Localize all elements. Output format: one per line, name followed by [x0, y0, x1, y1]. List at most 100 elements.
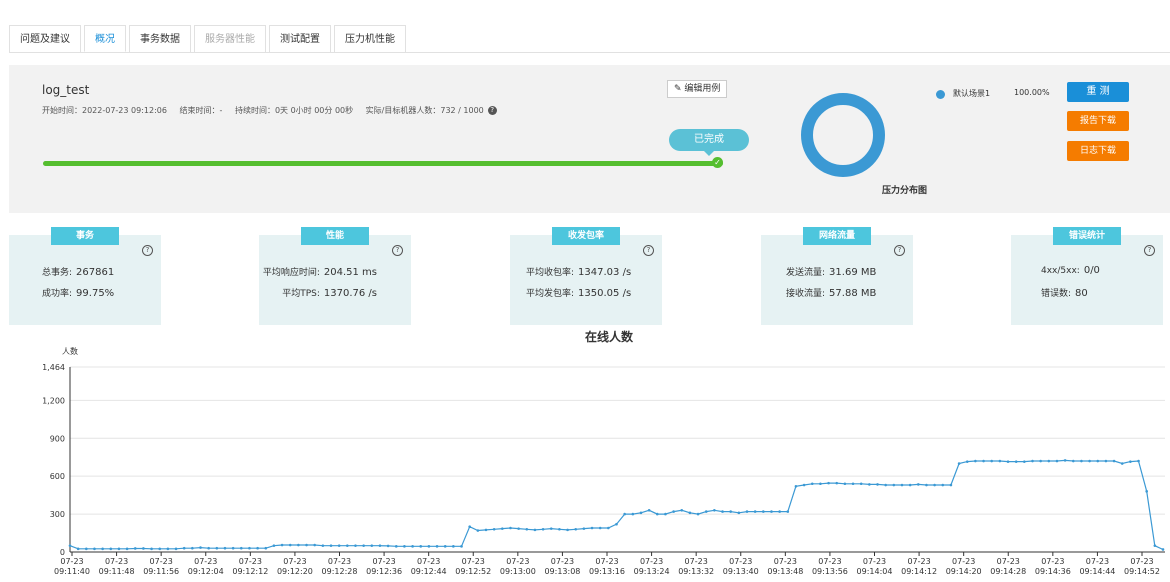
stat-card-tab: 错误统计	[1053, 227, 1121, 245]
stat-card-tab: 网络流量	[803, 227, 871, 245]
stat-row: 成功率: 99.75%	[42, 286, 114, 299]
data-point	[1039, 459, 1042, 463]
tab-4[interactable]: 测试配置	[269, 25, 331, 52]
report-download-button[interactable]: 报告下载	[1067, 111, 1129, 131]
data-point	[1120, 462, 1124, 465]
data-point	[1112, 459, 1116, 463]
x-tick-label: 07-23	[60, 557, 83, 566]
start-time: 开始时间：2022-07-23 09:12:06	[42, 106, 167, 115]
data-point	[1161, 548, 1165, 551]
x-tick-label: 07-23	[907, 557, 930, 566]
question-circle-icon[interactable]: ?	[142, 245, 153, 256]
data-point	[664, 512, 667, 516]
question-circle-icon[interactable]: ?	[392, 245, 403, 256]
stat-key: 接收流量:	[786, 289, 826, 299]
x-tick-label: 09:12:20	[277, 567, 313, 576]
data-point	[354, 544, 357, 547]
question-circle-icon[interactable]: ?	[487, 106, 497, 115]
x-tick-label: 09:14:44	[1079, 567, 1115, 576]
tab-1[interactable]: 概况	[84, 25, 126, 52]
stat-row: 平均收包率: 1347.03 /s	[526, 265, 631, 278]
data-point	[998, 459, 1002, 463]
x-tick-label: 07-23	[1086, 557, 1109, 566]
data-point	[174, 547, 178, 551]
data-point	[321, 544, 325, 547]
data-point	[1031, 459, 1034, 463]
x-tick-label: 09:14:28	[990, 567, 1026, 576]
question-circle-icon[interactable]: ?	[894, 245, 905, 256]
question-circle-icon[interactable]: ?	[643, 245, 654, 256]
data-point	[819, 482, 822, 486]
data-point	[231, 546, 235, 550]
x-tick-label: 07-23	[328, 557, 351, 566]
x-tick-label: 07-23	[1130, 557, 1153, 566]
data-point	[868, 483, 871, 486]
data-point	[509, 526, 512, 530]
data-point	[729, 510, 732, 513]
x-tick-label: 07-23	[1041, 557, 1064, 566]
x-tick-label: 09:12:12	[232, 567, 268, 576]
question-circle-icon[interactable]: ?	[1144, 245, 1155, 256]
stat-key: 4xx/5xx:	[1041, 266, 1080, 276]
data-point	[1096, 459, 1100, 463]
data-point	[925, 483, 928, 487]
data-point	[566, 528, 569, 532]
data-point	[1088, 459, 1091, 463]
data-point	[133, 547, 137, 550]
data-point	[93, 547, 96, 551]
data-point	[1071, 459, 1075, 463]
tab-3: 服务器性能	[194, 25, 266, 52]
status-badge: 已完成	[669, 129, 749, 156]
x-tick-label: 09:13:40	[723, 567, 759, 576]
stat-value: 1347.03 /s	[578, 267, 632, 278]
progress-bar	[43, 161, 723, 166]
data-point	[647, 508, 651, 512]
x-tick-label: 09:11:40	[54, 567, 90, 576]
data-point	[525, 527, 529, 531]
log-download-button[interactable]: 日志下载	[1067, 141, 1129, 161]
y-tick-label: 600	[50, 472, 65, 481]
stat-card-tab: 性能	[301, 227, 369, 245]
data-point	[900, 483, 904, 487]
end-time: 结束时间：-	[179, 106, 223, 115]
data-point	[957, 462, 961, 465]
data-point	[623, 512, 626, 516]
data-point	[419, 545, 423, 548]
data-point	[827, 481, 830, 485]
edit-case-button[interactable]: ✎ 编辑用例	[667, 80, 728, 98]
x-tick-label: 09:12:04	[188, 567, 224, 576]
data-point	[696, 512, 700, 516]
retest-button[interactable]: 重 测	[1067, 82, 1129, 102]
tab-5[interactable]: 压力机性能	[334, 25, 406, 52]
stat-card-4: 错误统计? 4xx/5xx: 0/0 错误数: 80	[1011, 227, 1163, 325]
y-tick-label: 1,464	[42, 363, 65, 372]
data-point	[476, 529, 480, 532]
data-point	[362, 544, 365, 547]
data-point	[337, 544, 341, 547]
data-point	[468, 525, 471, 529]
data-point	[394, 545, 398, 548]
test-meta: 开始时间：2022-07-23 09:12:06 结束时间：- 持续时间：0天 …	[42, 105, 507, 116]
tab-2[interactable]: 事务数据	[129, 25, 191, 52]
x-tick-label: 09:12:28	[322, 567, 358, 576]
data-point	[933, 483, 936, 487]
tab-0[interactable]: 问题及建议	[9, 25, 81, 52]
data-point	[142, 547, 145, 550]
data-point	[892, 483, 896, 487]
data-point	[346, 544, 349, 547]
machine-count: 实际/目标机器人数：732 / 1000	[365, 106, 484, 115]
data-point	[884, 483, 887, 487]
stat-card-0: 事务? 总事务: 267861 成功率: 99.75%	[9, 227, 161, 325]
data-point	[949, 483, 953, 487]
stat-key: 总事务:	[42, 268, 73, 278]
data-point	[501, 527, 504, 530]
data-point	[85, 547, 88, 551]
x-tick-label: 07-23	[372, 557, 395, 566]
data-point	[770, 510, 773, 513]
data-point	[329, 544, 333, 547]
data-point	[1063, 459, 1067, 462]
data-point	[280, 543, 284, 547]
data-point	[248, 546, 251, 550]
data-point	[182, 546, 186, 550]
data-point	[517, 527, 520, 530]
